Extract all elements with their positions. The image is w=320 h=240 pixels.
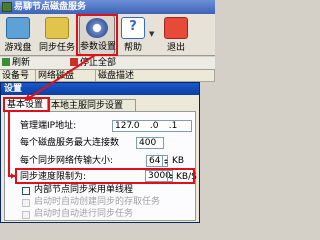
single-thread-label: 内部节点同步采用单线程	[34, 185, 134, 195]
column-device[interactable]: 设备号	[0, 70, 36, 82]
help-label: 帮助	[123, 43, 142, 53]
transfer-size-unit: KB	[172, 156, 185, 166]
sync-task-label: 同步任务	[38, 43, 75, 53]
exit-icon	[164, 17, 188, 39]
tab-local-sync[interactable]: 本地主服同步设置	[48, 99, 136, 111]
auto-sync-checkbox[interactable]	[22, 211, 30, 219]
auto-create-checkbox[interactable]	[22, 199, 30, 207]
annotation-line-vertical	[8, 111, 10, 177]
transfer-size-label: 每个同步网络传输大小:	[20, 156, 114, 166]
ip-octet-2: 0	[133, 121, 140, 131]
auto-create-label: 启动时自动创建同步的存取任务	[34, 197, 161, 207]
annotation-line-horizontal	[8, 175, 16, 177]
exit-label: 退出	[166, 43, 185, 53]
ip-input[interactable]: 127.0.0.1	[112, 120, 192, 132]
monitor-icon	[6, 17, 30, 39]
basic-tab-highlight	[3, 97, 50, 112]
dropdown-arrow-icon[interactable]: ▼	[149, 30, 154, 38]
speed-limit-highlight	[15, 168, 195, 184]
ip-label: 管理端IP地址:	[20, 121, 77, 131]
transfer-size-spinner[interactable]	[162, 155, 168, 167]
game-disk-button[interactable]: 游戏盘	[2, 15, 34, 55]
ip-octet-3: 0	[152, 121, 159, 131]
sync-task-button[interactable]: 同步任务	[38, 15, 76, 55]
single-thread-checkbox[interactable]	[22, 187, 30, 195]
help-button[interactable]: ? 帮助	[117, 15, 149, 55]
refresh-label: 刷新	[12, 58, 31, 68]
help-icon: ?	[121, 17, 145, 39]
column-network-disk[interactable]: 网络磁盘	[36, 70, 96, 82]
auto-sync-label: 启动时自动进行同步任务	[34, 209, 134, 219]
game-disk-label: 游戏盘	[4, 43, 32, 53]
exit-button[interactable]: 退出	[160, 15, 192, 55]
dialog-title: 设置	[1, 83, 199, 95]
refresh-icon	[2, 58, 10, 66]
window-title: 易聊节点磁盘服务	[0, 0, 215, 14]
ip-octet-4: 1	[171, 121, 178, 131]
stop-icon	[70, 58, 78, 66]
stop-all-label: 停止全部	[80, 58, 117, 68]
max-connections-label: 每个磁盘服务最大连接数	[20, 138, 120, 148]
stop-all-button[interactable]: 停止全部	[70, 58, 116, 69]
max-connections-input[interactable]: 400	[136, 137, 164, 149]
app-icon	[2, 2, 12, 12]
sync-icon	[45, 17, 69, 39]
column-disk-description[interactable]: 磁盘描述	[96, 70, 215, 82]
settings-button-highlight	[76, 14, 118, 56]
ip-octet-1: 127	[115, 121, 133, 131]
refresh-button[interactable]: 刷新	[2, 58, 30, 69]
